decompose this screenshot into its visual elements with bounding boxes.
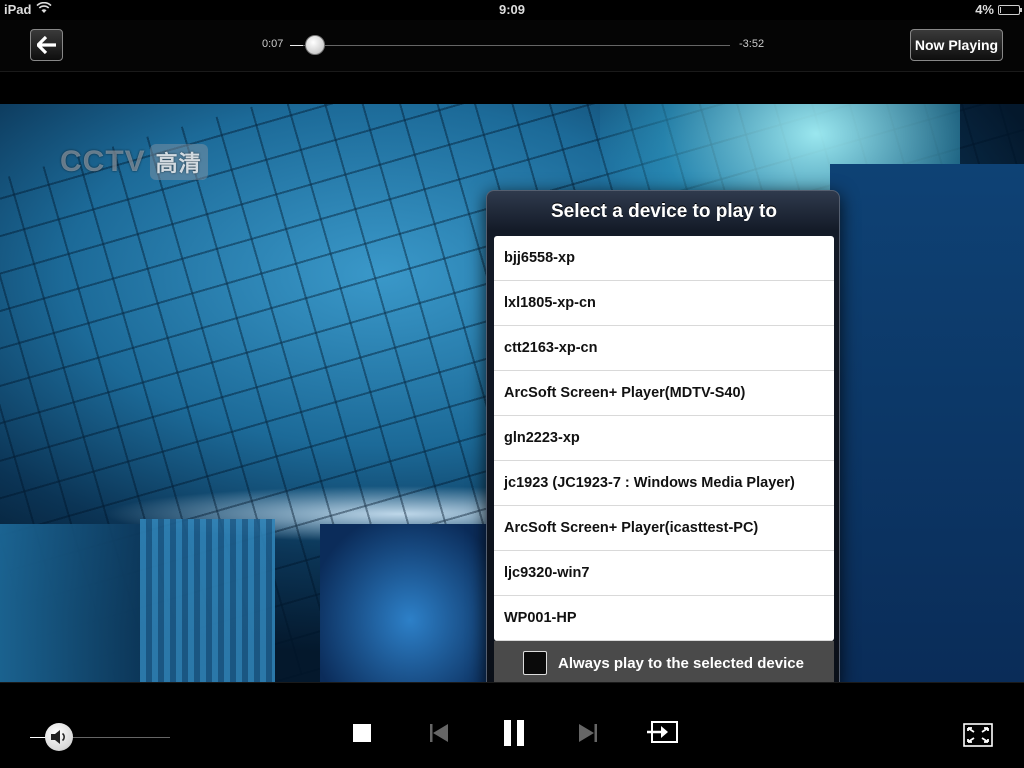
status-bar: iPad 9:09 4%: [0, 0, 1024, 20]
device-item[interactable]: ctt2163-xp-cn: [494, 326, 834, 371]
device-list[interactable]: bjj6558-xp lxl1805-xp-cn ctt2163-xp-cn A…: [494, 236, 834, 641]
device-item[interactable]: lxl1805-xp-cn: [494, 281, 834, 326]
stop-icon: [353, 724, 371, 742]
device-item[interactable]: ArcSoft Screen+ Player(icasttest-PC): [494, 506, 834, 551]
back-arrow-icon: [36, 36, 56, 54]
progress-fill: [290, 45, 304, 46]
device-item[interactable]: ljc9320-win7: [494, 551, 834, 596]
video-stage-right: [320, 524, 500, 682]
progress-thumb[interactable]: [305, 35, 326, 55]
play-to-device-button[interactable]: [643, 717, 681, 749]
progress-scrubber[interactable]: [290, 35, 730, 55]
stop-button[interactable]: [350, 721, 374, 745]
always-play-label: Always play to the selected device: [558, 654, 804, 672]
pause-icon: [504, 720, 524, 746]
play-to-device-icon: [647, 721, 678, 743]
popover-title: Select a device to play to: [551, 201, 777, 222]
next-icon: [579, 724, 597, 742]
logo-text: CCTV: [60, 145, 146, 178]
device-picker-popover: Select a device to play to bjj6558-xp lx…: [486, 190, 840, 691]
top-nav: 0:07 -3:52 Now Playing: [0, 20, 1024, 72]
battery-percent: 4%: [975, 2, 994, 17]
next-button[interactable]: [575, 721, 601, 745]
letterbox-top: [0, 72, 1024, 104]
now-playing-button[interactable]: Now Playing: [910, 29, 1003, 61]
back-button[interactable]: [30, 29, 63, 61]
always-play-row[interactable]: Always play to the selected device: [494, 641, 834, 685]
video-right-wall: [830, 164, 1024, 682]
previous-button[interactable]: [426, 721, 452, 745]
device-item[interactable]: WP001-HP: [494, 596, 834, 641]
previous-icon: [430, 724, 448, 742]
device-item[interactable]: ArcSoft Screen+ Player(MDTV-S40): [494, 371, 834, 416]
fullscreen-button[interactable]: [962, 721, 994, 749]
volume-thumb[interactable]: [45, 723, 73, 751]
clock: 9:09: [498, 2, 526, 17]
remaining-time: -3:52: [739, 38, 765, 50]
playback-controls: [0, 682, 1024, 768]
cctv-logo: CCTV 高清: [60, 144, 208, 180]
logo-hd-badge: 高清: [149, 144, 208, 180]
device-item[interactable]: bjj6558-xp: [494, 236, 834, 281]
device-item[interactable]: jc1923 (JC1923-7 : Windows Media Player): [494, 461, 834, 506]
video-stage-mid: [140, 519, 275, 682]
device-item[interactable]: gln2223-xp: [494, 416, 834, 461]
battery-icon: [998, 5, 1022, 15]
pause-button[interactable]: [500, 718, 528, 748]
always-play-checkbox[interactable]: [523, 651, 547, 675]
fullscreen-icon: [963, 723, 993, 747]
speaker-icon: [51, 730, 65, 744]
elapsed-time: 0:07: [262, 38, 284, 50]
video-stage-left: [0, 524, 140, 682]
